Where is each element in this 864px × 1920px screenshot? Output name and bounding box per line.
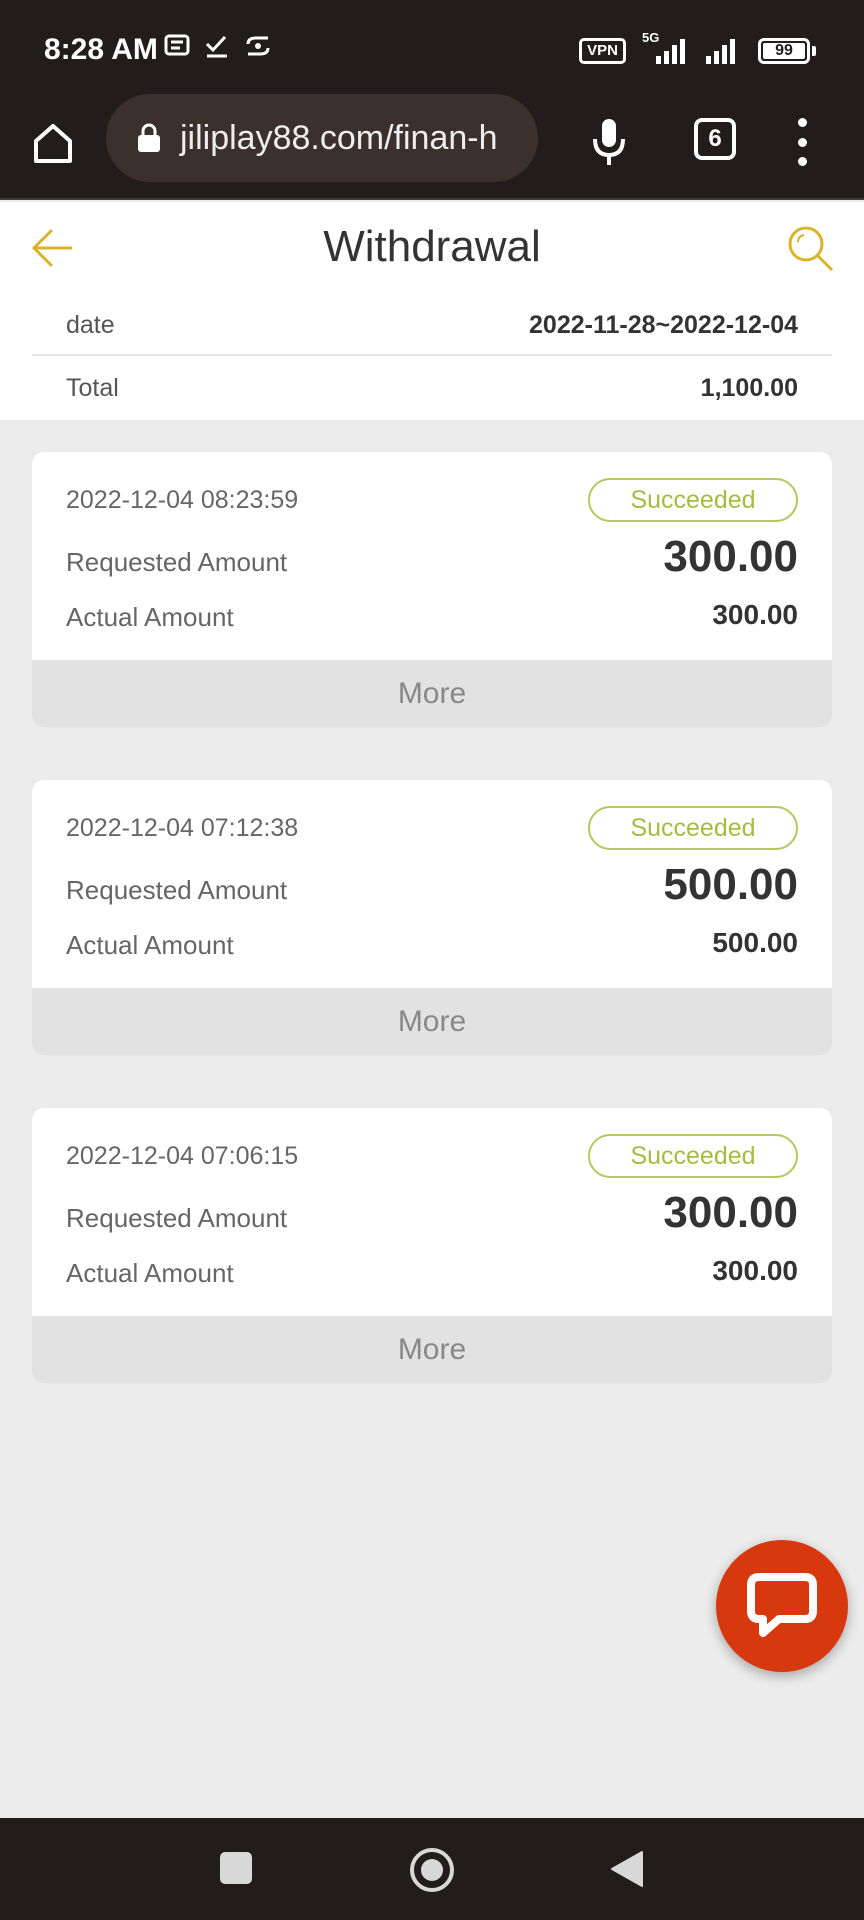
actual-amount-label: Actual Amount xyxy=(66,602,234,632)
actual-amount-value: 300.00 xyxy=(712,599,798,630)
status-time: 8:28 AM xyxy=(44,33,158,66)
sync-app-icon xyxy=(246,36,270,56)
actual-amount-value: 500.00 xyxy=(712,927,798,958)
checklist-icon xyxy=(205,35,227,58)
system-navigation-bar xyxy=(0,1818,864,1920)
withdrawal-record-card: 2022-12-04 08:23:59 Succeeded Requested … xyxy=(32,452,832,727)
back-triangle-icon[interactable] xyxy=(610,1850,644,1888)
browser-home-button[interactable] xyxy=(28,118,78,168)
total-value: 1,100.00 xyxy=(700,373,798,402)
more-button[interactable]: More xyxy=(32,1316,832,1383)
record-datetime: 2022-12-04 07:12:38 xyxy=(66,814,299,842)
signal-5g-icon: 5G xyxy=(640,30,690,66)
summary-panel: date 2022-11-28~2022-12-04 Total 1,100.0… xyxy=(0,292,864,420)
actual-amount-value: 300.00 xyxy=(712,1255,798,1286)
lock-icon xyxy=(138,123,160,152)
battery-level: 99 xyxy=(775,42,793,59)
status-badge: Succeeded xyxy=(588,1134,798,1178)
status-badge: Succeeded xyxy=(588,478,798,522)
total-row: Total 1,100.00 xyxy=(32,358,832,418)
browser-toolbar: jiliplay88.com/finan-h 6 xyxy=(0,94,864,200)
page-title: Withdrawal xyxy=(323,222,541,271)
microphone-icon xyxy=(593,119,625,165)
actual-amount-label: Actual Amount xyxy=(66,930,234,960)
withdrawal-record-card: 2022-12-04 07:12:38 Succeeded Requested … xyxy=(32,780,832,1055)
requested-amount-value: 500.00 xyxy=(663,860,798,909)
status-badge: Succeeded xyxy=(588,806,798,850)
actual-amount-label: Actual Amount xyxy=(66,1258,234,1288)
requested-amount-value: 300.00 xyxy=(663,532,798,581)
record-datetime: 2022-12-04 08:23:59 xyxy=(66,486,299,514)
more-button[interactable]: More xyxy=(32,660,832,727)
total-label: Total xyxy=(66,373,119,402)
date-range-row[interactable]: date 2022-11-28~2022-12-04 xyxy=(32,296,832,356)
address-bar[interactable]: jiliplay88.com/finan-h xyxy=(106,94,538,182)
search-icon[interactable] xyxy=(786,224,834,272)
more-button[interactable]: More xyxy=(32,988,832,1055)
notification-icons xyxy=(164,34,272,58)
browser-menu-button[interactable] xyxy=(790,114,814,170)
home-icon xyxy=(34,124,72,163)
system-indicators: VPN 5G 99 xyxy=(579,30,816,66)
signal-icon xyxy=(706,39,735,64)
status-bar: 8:28 AM VPN 5G 99 xyxy=(0,0,864,100)
chat-bubble-icon xyxy=(747,1573,817,1637)
recent-apps-button[interactable] xyxy=(220,1852,252,1884)
voice-search-button[interactable] xyxy=(584,114,634,170)
date-range-value: 2022-11-28~2022-12-04 xyxy=(529,310,798,339)
requested-amount-value: 300.00 xyxy=(663,1188,798,1237)
withdrawal-record-card: 2022-12-04 07:06:15 Succeeded Requested … xyxy=(32,1108,832,1383)
page-header: Withdrawal xyxy=(0,202,864,292)
url-text: jiliplay88.com/finan-h xyxy=(180,118,498,157)
requested-amount-label: Requested Amount xyxy=(66,875,288,905)
date-label: date xyxy=(66,310,115,339)
battery-icon: 99 xyxy=(758,38,810,64)
message-icon xyxy=(164,34,190,56)
record-datetime: 2022-12-04 07:06:15 xyxy=(66,1142,299,1170)
tab-switcher-button[interactable]: 6 xyxy=(694,118,736,160)
live-chat-button[interactable] xyxy=(716,1540,848,1672)
home-button[interactable] xyxy=(410,1848,454,1892)
requested-amount-label: Requested Amount xyxy=(66,1203,288,1233)
vpn-badge: VPN xyxy=(579,38,626,64)
requested-amount-label: Requested Amount xyxy=(66,547,288,577)
